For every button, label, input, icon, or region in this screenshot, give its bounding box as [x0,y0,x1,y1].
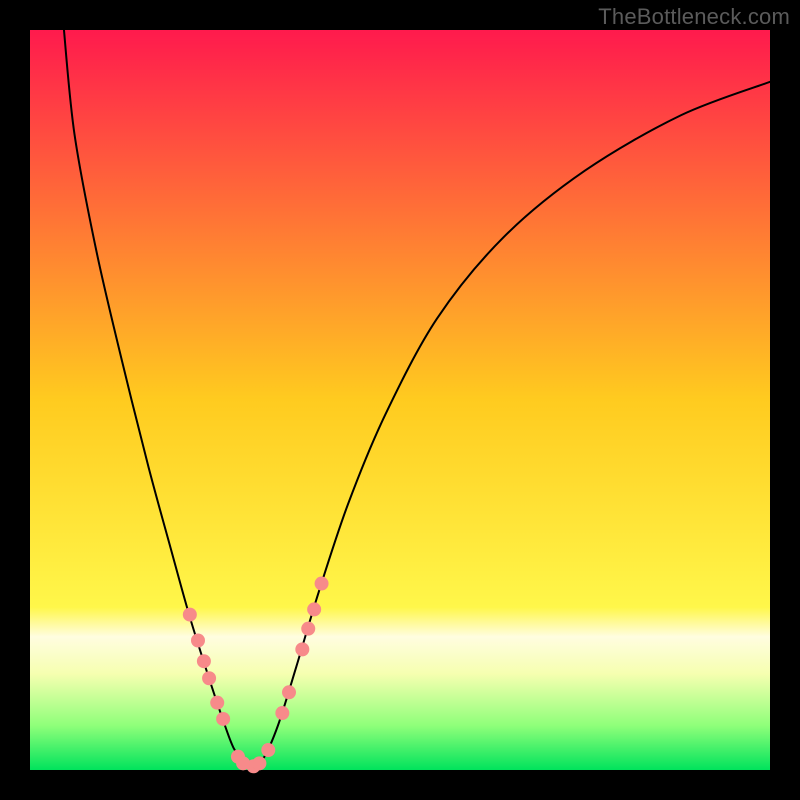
data-marker [261,743,275,757]
data-marker [282,685,296,699]
data-marker [275,706,289,720]
data-marker [197,654,211,668]
data-marker [315,577,329,591]
watermark-text: TheBottleneck.com [598,4,790,30]
data-marker [191,634,205,648]
data-marker [216,712,230,726]
data-marker [301,622,315,636]
plot-background [30,30,770,770]
data-marker [307,602,321,616]
data-marker [252,756,266,770]
chart-container: TheBottleneck.com [0,0,800,800]
data-marker [202,671,216,685]
chart-svg [0,0,800,800]
data-marker [210,696,224,710]
data-marker [183,608,197,622]
data-marker [295,642,309,656]
